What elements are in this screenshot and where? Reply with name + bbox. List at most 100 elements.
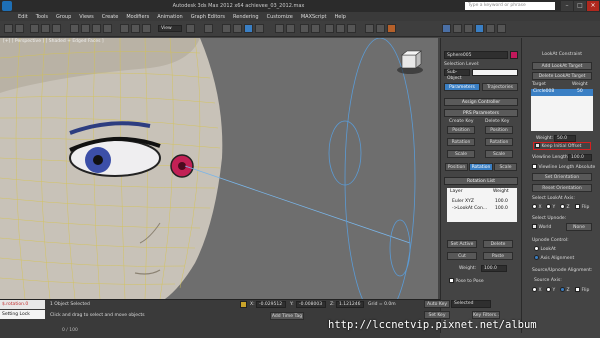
object-color-swatch[interactable] [510,51,518,59]
target-circle-right[interactable] [389,219,411,277]
target-list[interactable]: Circle008 50 [531,89,593,131]
spinner-snap-icon[interactable] [255,24,264,33]
menu-group[interactable]: Group [56,14,71,20]
menu-create[interactable]: Create [102,14,119,20]
upnode-lookat-option[interactable]: LookAt [534,246,556,252]
motion-panel-icon[interactable] [475,24,484,33]
viewcube-icon[interactable] [397,50,423,74]
render-production-icon[interactable] [387,24,396,33]
delete-position-key-button[interactable]: Position [485,126,513,134]
link-icon[interactable] [30,24,39,33]
source-axis-x-radio-icon[interactable] [532,287,537,292]
create-panel-icon[interactable] [442,24,451,33]
rendered-frame-window-icon[interactable] [376,24,385,33]
x-coordinate-field[interactable]: -0.029512 [256,301,286,308]
source-axis-z-radio-icon[interactable] [560,287,565,292]
lookat-axis-y-radio-icon[interactable] [546,204,551,209]
mode-scale-button[interactable]: Scale [494,163,517,171]
display-panel-icon[interactable] [486,24,495,33]
add-lookat-target-button[interactable]: Add LookAt Target [532,62,592,70]
select-object-icon[interactable] [70,24,79,33]
lookat-axis-x[interactable]: X [532,204,542,210]
menu-edit[interactable]: Edit [18,14,28,20]
curve-editor-icon[interactable] [325,24,334,33]
menu-customize[interactable]: Customize [267,14,293,20]
maximize-button[interactable]: □ [574,1,586,11]
source-flip-check-icon[interactable] [575,287,580,292]
hierarchy-panel-icon[interactable] [464,24,473,33]
menu-rendering[interactable]: Rendering [233,14,259,20]
layer-manager-icon[interactable] [300,24,309,33]
lookat-axis-z[interactable]: Z [560,204,570,210]
rotation-list-table[interactable]: Layer Weight Euler XYZ 100.0 ->LookAt Co… [447,188,517,222]
tab-trajectories[interactable]: Trajectories [482,83,518,91]
keep-initial-offset-check-icon[interactable] [535,143,540,148]
paste-button[interactable]: Paste [483,252,513,260]
redo-icon[interactable] [15,24,24,33]
key-filters-button[interactable]: Key Filters... [472,311,500,319]
window-crossing-icon[interactable] [103,24,112,33]
lookat-axis-z-radio-icon[interactable] [560,204,565,209]
upnode-axis-alignment-radio-icon[interactable] [534,255,539,260]
target-big-circle[interactable] [344,38,416,299]
menu-modifiers[interactable]: Modifiers [126,14,149,20]
menu-animation[interactable]: Animation [157,14,183,20]
delete-rotation-key-button[interactable]: Rotation [485,138,513,146]
pivot-center-icon[interactable] [186,24,195,33]
viewline-absolute-check-icon[interactable] [532,164,537,169]
perspective-viewport[interactable]: [+] [ Perspective ] [ Shaded + Edged Fac… [0,38,438,299]
lookat-flip-check-icon[interactable] [575,204,580,209]
upnode-lookat-radio-icon[interactable] [534,246,539,251]
select-rotate-icon[interactable] [131,24,140,33]
lock-selection-icon[interactable] [240,301,247,308]
create-rotation-key-button[interactable]: Rotation [447,138,475,146]
time-slider-frame[interactable]: 0 / 100 [62,328,78,333]
upnode-axis-alignment-option[interactable]: Axis Alignment [534,255,574,261]
target-weight-field[interactable]: 50.0 [554,135,576,142]
menu-graph-editors[interactable]: Graph Editors [191,14,225,20]
rotation-list-rollout[interactable]: Rotation List [444,177,518,185]
upnode-world[interactable]: World [532,224,551,230]
create-scale-key-button[interactable]: Scale [447,150,475,158]
set-key-button[interactable]: Set Key [424,311,450,319]
create-position-key-button[interactable]: Position [447,126,475,134]
add-time-tag-button[interactable]: Add Time Tag [270,312,304,320]
mode-position-button[interactable]: Position [445,163,468,171]
reset-orientation-button[interactable]: Reset Orientation [532,184,592,192]
percent-snap-icon[interactable] [244,24,253,33]
mirror-icon[interactable] [275,24,284,33]
reference-coordinate-dropdown[interactable]: View [158,25,182,32]
z-coordinate-field[interactable]: 1.121246 [336,301,364,308]
render-setup-icon[interactable] [365,24,374,33]
unlink-icon[interactable] [41,24,50,33]
graphite-ribbon-icon[interactable] [311,24,320,33]
search-input[interactable]: Type a keyword or phrase [465,2,555,10]
tab-parameters[interactable]: Parameters [444,83,480,91]
viewline-absolute-checkbox[interactable]: Viewline Length Absolute [532,164,595,170]
snaps-toggle-icon[interactable] [222,24,231,33]
select-move-icon[interactable] [120,24,129,33]
key-mode-dropdown[interactable]: Selected [451,300,491,308]
list-weight-field[interactable]: 100.0 [481,265,507,272]
prs-parameters-rollout[interactable]: PRS Parameters [444,109,518,117]
menu-tools[interactable]: Tools [36,14,48,20]
upnode-world-check-icon[interactable] [532,224,537,229]
selection-level-dropdown[interactable]: Sub-Object [444,69,470,81]
align-icon[interactable] [286,24,295,33]
y-coordinate-field[interactable]: -0.008003 [296,301,326,308]
bind-space-warp-icon[interactable] [52,24,61,33]
viewport-label[interactable]: [+] [ Perspective ] [ Shaded + Edged Fac… [3,39,104,44]
delete-scale-key-button[interactable]: Scale [485,150,513,158]
select-manipulate-icon[interactable] [204,24,213,33]
lookat-flip[interactable]: Flip [575,204,589,210]
auto-key-button[interactable]: Auto Key [424,300,450,308]
maxscript-listener[interactable]: $.rotation.0 [0,300,45,309]
utilities-panel-icon[interactable] [497,24,506,33]
pose-to-pose-check-icon[interactable] [449,278,454,283]
delete-lookat-target-button[interactable]: Delete LookAt Target [532,72,592,80]
cut-button[interactable]: Cut [447,252,477,260]
selection-level-list[interactable] [472,69,518,76]
menu-help[interactable]: Help [335,14,346,20]
source-flip[interactable]: Flip [575,287,589,293]
maxscript-mini[interactable]: Setting Lock [0,310,45,319]
